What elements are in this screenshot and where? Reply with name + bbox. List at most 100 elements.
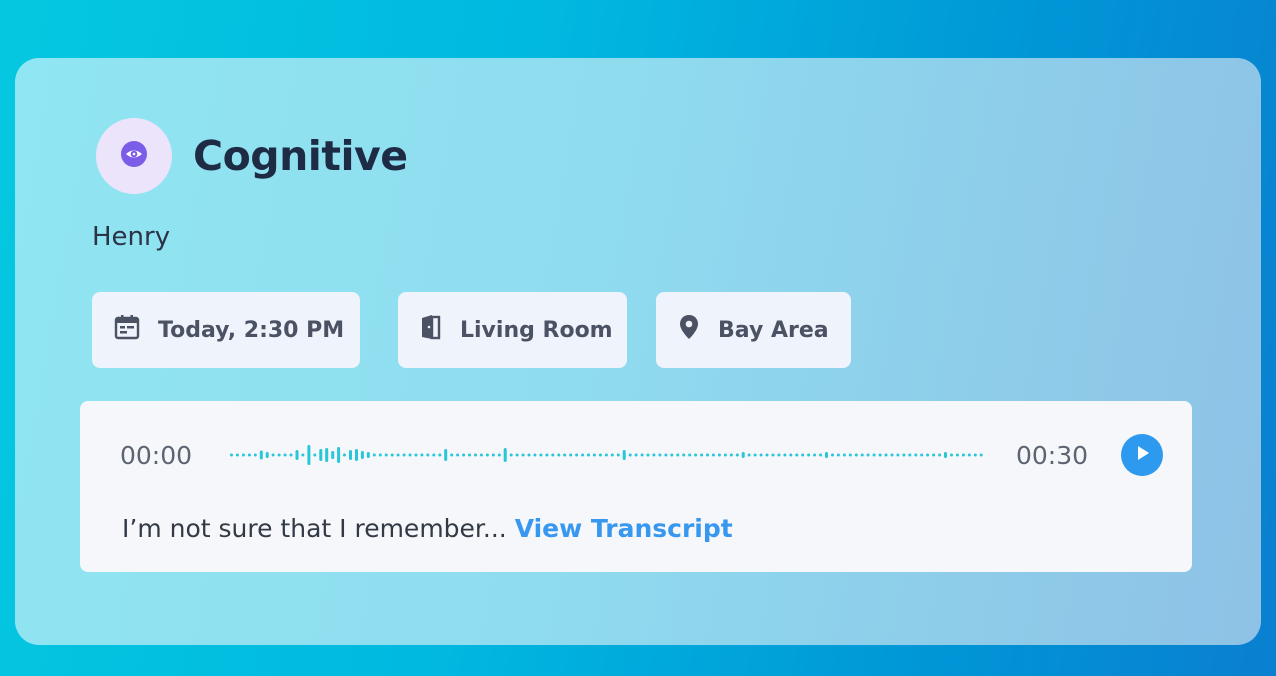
chip-date-label: Today, 2:30 PM: [158, 317, 345, 343]
waveform-bar: [444, 449, 448, 461]
waveform-bar: [491, 453, 495, 457]
waveform-bar: [795, 453, 799, 457]
waveform-bar: [765, 453, 769, 457]
waveform-bar: [896, 453, 900, 457]
waveform-bar: [813, 453, 817, 457]
waveform-bar: [551, 453, 555, 457]
waveform-bar: [247, 453, 251, 457]
waveform-bar: [902, 453, 906, 457]
waveform-bar: [592, 453, 596, 457]
waveform-bar: [872, 453, 876, 457]
waveform-bar: [741, 452, 745, 458]
waveform-bar: [349, 450, 352, 460]
transcript-preview-text: I’m not sure that I remember...: [122, 514, 507, 543]
waveform-bar: [307, 445, 311, 465]
waveform-bar: [539, 453, 543, 457]
waveform-bar: [563, 453, 567, 457]
chip-location-label: Bay Area: [718, 317, 829, 343]
waveform-bar: [789, 453, 793, 457]
waveform-bar: [390, 453, 394, 457]
audio-player: 00:00 00:30 I’m not sure that I remember…: [80, 401, 1192, 572]
waveform-bar: [337, 447, 341, 463]
waveform-bar: [384, 453, 388, 457]
waveform-bar: [616, 453, 620, 457]
waveform-bar: [598, 453, 602, 457]
waveform-bar: [908, 453, 912, 457]
calendar-icon: [114, 314, 158, 346]
waveform-bar: [509, 453, 513, 457]
waveform-bar: [842, 453, 846, 457]
waveform-bar: [545, 453, 549, 457]
end-time: 00:30: [1016, 441, 1089, 470]
waveform-bar: [866, 453, 870, 457]
waveform-bar: [932, 453, 936, 457]
waveform-bar: [426, 453, 430, 457]
waveform-bar: [682, 453, 686, 457]
audio-waveform[interactable]: [227, 439, 987, 471]
waveform-bar: [717, 453, 721, 457]
waveform-bar: [628, 453, 632, 457]
waveform-bar: [664, 453, 668, 457]
card-title: Cognitive: [193, 132, 408, 180]
transcript-preview: I’m not sure that I remember... View Tra…: [122, 514, 733, 543]
waveform-bar: [914, 453, 918, 457]
chip-location: Bay Area: [656, 292, 851, 368]
waveform-bar: [836, 453, 840, 457]
waveform-bar: [777, 453, 781, 457]
waveform-bar: [670, 453, 674, 457]
waveform-bar: [569, 453, 573, 457]
waveform-bar: [694, 453, 698, 457]
waveform-bar: [634, 453, 638, 457]
waveform-bar: [884, 453, 888, 457]
waveform-bar: [706, 453, 709, 457]
waveform-bar: [610, 453, 614, 457]
waveform-bar: [801, 453, 805, 457]
waveform-bar: [735, 453, 739, 457]
waveform-bar: [313, 453, 317, 457]
waveform-bar: [331, 451, 335, 459]
waveform-bar: [325, 448, 329, 462]
waveform-bar: [533, 453, 537, 457]
waveform-bar: [253, 453, 257, 457]
subject-name: Henry: [92, 222, 171, 252]
waveform-bar: [259, 450, 263, 460]
waveform-bar: [289, 453, 293, 457]
waveform-bar: [831, 453, 834, 457]
view-transcript-link[interactable]: View Transcript: [515, 514, 733, 543]
waveform-bar: [950, 453, 953, 457]
waveform-bar: [521, 453, 525, 457]
waveform-bar: [581, 453, 585, 457]
waveform-bar: [456, 453, 460, 457]
start-time: 00:00: [120, 441, 193, 470]
waveform-bar: [604, 453, 608, 457]
waveform-bar: [640, 453, 644, 457]
waveform-bar: [676, 453, 680, 457]
waveform-bar: [301, 453, 305, 457]
waveform-bar: [372, 453, 376, 457]
waveform-bar: [848, 453, 852, 457]
waveform-bar: [295, 450, 299, 460]
waveform-bar: [700, 453, 704, 457]
waveform-bar: [926, 453, 930, 457]
waveform-bar: [587, 453, 590, 457]
waveform-bar: [890, 453, 894, 457]
waveform-bar: [235, 453, 239, 457]
location-pin-icon: [678, 314, 718, 346]
waveform-bar: [402, 453, 406, 457]
chip-room-label: Living Room: [460, 317, 613, 343]
waveform-bar: [468, 453, 471, 457]
waveform-bar: [753, 453, 757, 457]
play-button[interactable]: [1121, 434, 1163, 476]
waveform-bar: [265, 452, 269, 458]
chip-room: Living Room: [398, 292, 627, 368]
waveform-bar: [967, 453, 971, 457]
waveform-bar: [271, 453, 275, 457]
waveform-bar: [438, 453, 442, 457]
waveform-bar: [277, 453, 281, 457]
waveform-bar: [747, 453, 751, 457]
waveform-bar: [920, 453, 924, 457]
waveform-bar: [230, 453, 233, 457]
waveform-bar: [479, 453, 483, 457]
waveform-bar: [241, 453, 245, 457]
waveform-bar: [462, 453, 466, 457]
